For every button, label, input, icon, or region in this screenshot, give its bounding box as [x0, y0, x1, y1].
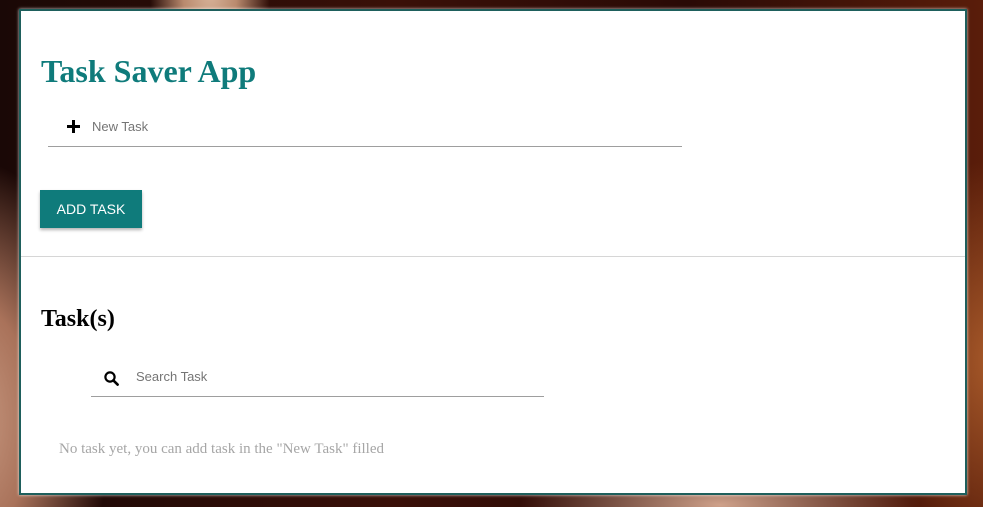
- app-card: Task Saver App ADD TASK Task(s) No task …: [19, 9, 967, 495]
- new-task-field: [48, 112, 682, 147]
- search-icon: [104, 371, 119, 386]
- desktop-background: { "app": { "title": "Task Saver App" }, …: [0, 0, 983, 507]
- tasks-heading: Task(s): [41, 306, 115, 332]
- search-task-field: [91, 362, 544, 397]
- plus-icon: [67, 120, 80, 133]
- app-title: Task Saver App: [41, 53, 257, 89]
- section-divider: [21, 256, 965, 257]
- add-task-button[interactable]: ADD TASK: [40, 190, 142, 228]
- new-task-input[interactable]: [92, 119, 652, 134]
- search-task-input[interactable]: [136, 369, 526, 384]
- empty-tasks-message: No task yet, you can add task in the "Ne…: [59, 441, 385, 457]
